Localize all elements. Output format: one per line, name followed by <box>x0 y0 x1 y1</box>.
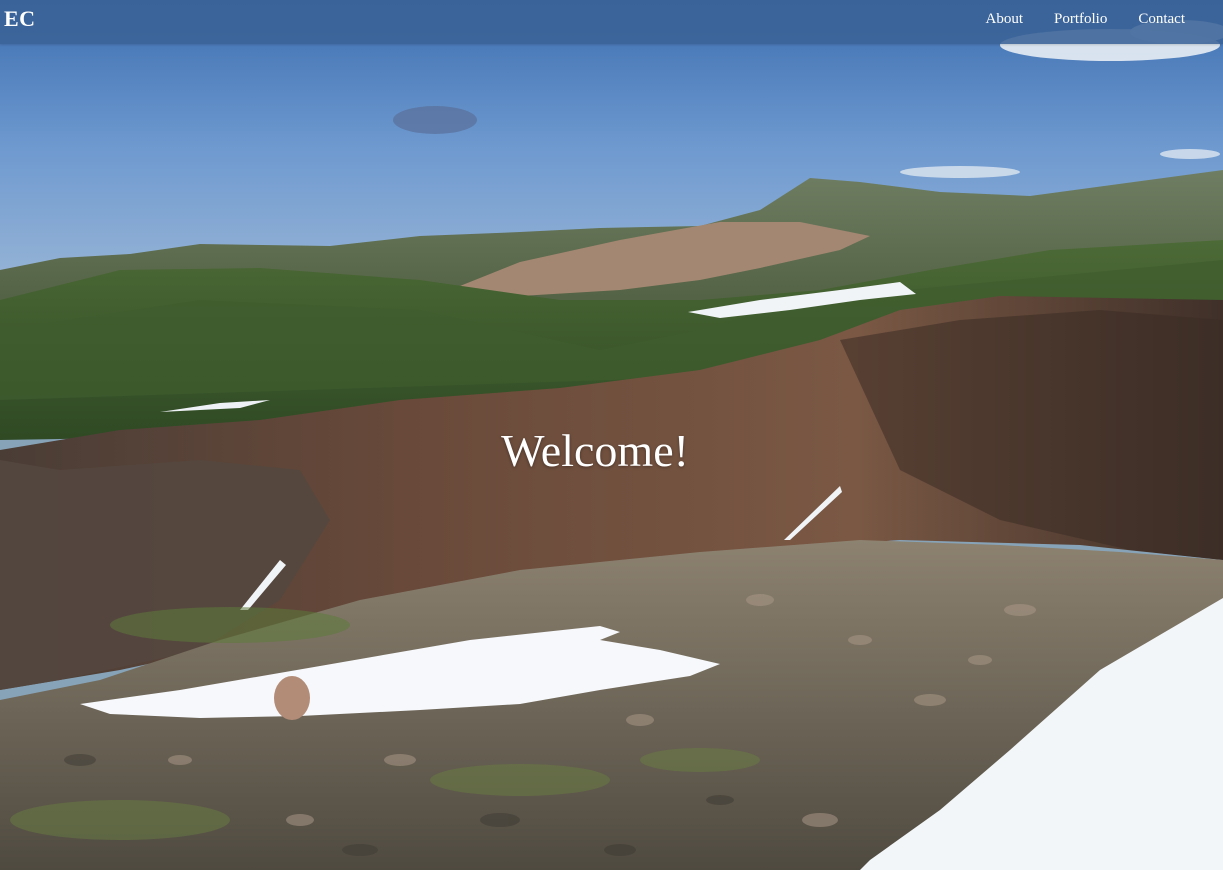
nav-links: About Portfolio Contact <box>986 11 1186 28</box>
nav-link-about[interactable]: About <box>986 11 1024 28</box>
brand-logo-link[interactable]: EC <box>4 6 36 32</box>
welcome-heading: Welcome! <box>501 425 689 476</box>
nav-link-portfolio[interactable]: Portfolio <box>1054 11 1107 28</box>
hero-section: EC About Portfolio Contact Welcome! <box>0 0 1223 870</box>
nav-link-contact[interactable]: Contact <box>1138 11 1185 28</box>
top-navbar: EC About Portfolio Contact <box>0 0 1223 44</box>
